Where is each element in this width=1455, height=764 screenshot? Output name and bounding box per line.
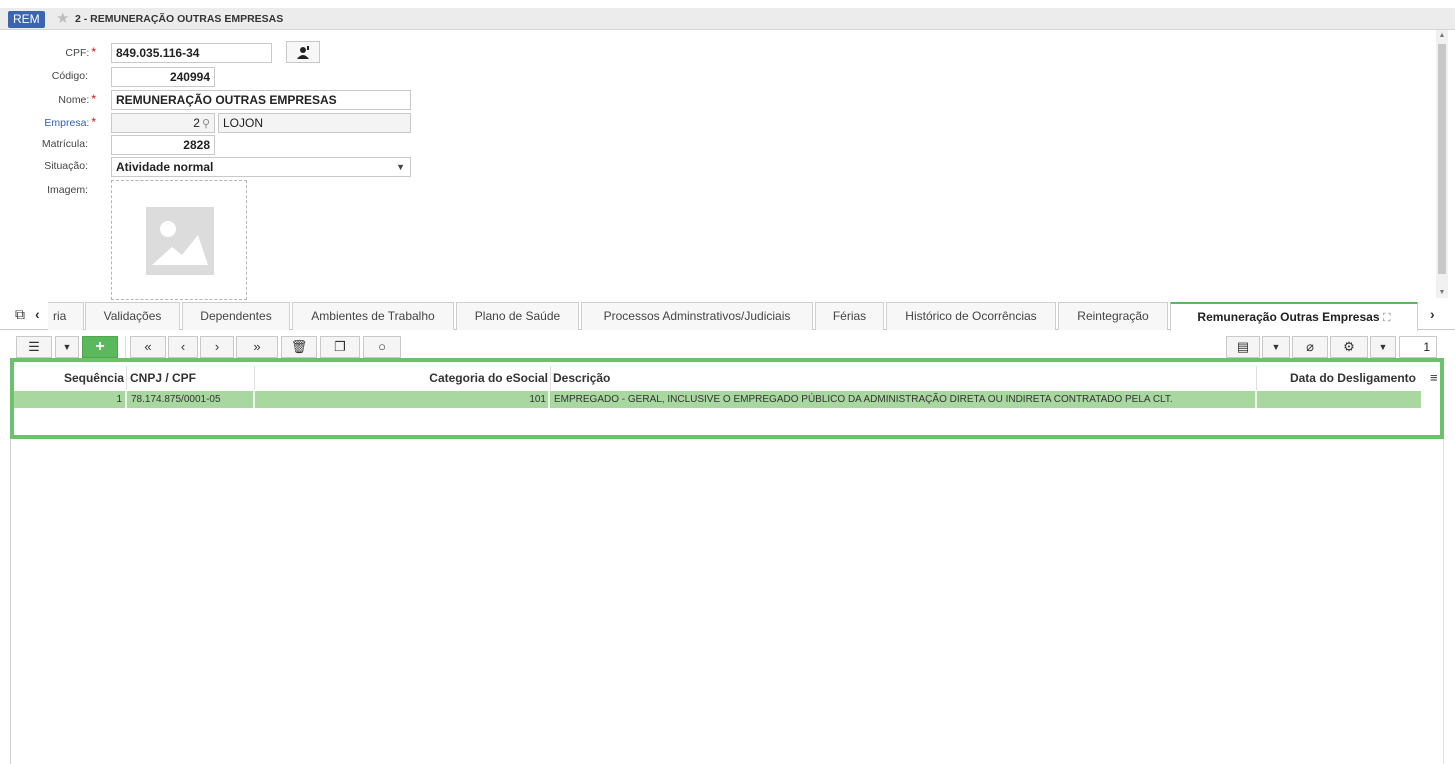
cell-divider — [253, 391, 255, 408]
duplicate-button[interactable]: ❐ — [320, 336, 360, 358]
imagem-label: Imagem: — [47, 184, 88, 196]
cell-cnpj: 78.174.875/0001-05 — [131, 394, 221, 405]
delete-button[interactable]: 🗑 — [281, 336, 317, 358]
codigo-field[interactable]: 240994 — [111, 67, 215, 87]
required-mark: * — [91, 115, 96, 129]
column-header-categoria[interactable]: Categoria do eSocial — [256, 366, 548, 390]
cell-data-desligamento — [1259, 391, 1417, 408]
nome-field[interactable]: REMUNERAÇÃO OUTRAS EMPRESAS — [111, 90, 411, 110]
toolbar-divider — [125, 336, 126, 358]
double-chevron-left-icon: « — [144, 339, 152, 354]
cpf-label: CPF: * — [65, 45, 96, 59]
hamburger-icon[interactable]: ≡ — [1430, 371, 1438, 384]
refresh-button[interactable]: ○ — [363, 336, 401, 358]
tabs-scroll-left-icon[interactable]: ‹ — [35, 306, 40, 322]
scrollbar-thumb[interactable] — [1438, 44, 1446, 274]
column-header-descricao[interactable]: Descrição — [553, 366, 1253, 390]
duplicate-icon: ❐ — [334, 339, 346, 354]
form-scrollbar[interactable]: ▲ ▼ — [1436, 30, 1448, 298]
matricula-field[interactable]: 2828 — [111, 135, 215, 155]
tab-plano-de-saude[interactable]: Plano de Saúde — [456, 302, 579, 330]
search-icon[interactable]: ⚲ — [202, 118, 210, 130]
scroll-up-icon[interactable]: ▲ — [1436, 32, 1448, 39]
settings-dropdown[interactable]: ▼ — [1370, 336, 1396, 358]
window-title: 2 - REMUNERAÇÃO OUTRAS EMPRESAS — [75, 13, 284, 25]
column-header-cnpj-cpf[interactable]: CNPJ / CPF — [130, 366, 252, 390]
tab-reintegracao[interactable]: Reintegração — [1058, 302, 1168, 330]
user-icon — [297, 46, 309, 59]
attach-button[interactable]: ⌀ — [1292, 336, 1328, 358]
grid-border-right — [1443, 439, 1444, 764]
nome-label: Nome: * — [58, 92, 96, 106]
double-chevron-right-icon: » — [253, 339, 261, 354]
matricula-label: Matrícula: — [41, 138, 88, 150]
previous-record-button[interactable]: ‹ — [168, 336, 198, 358]
image-upload-area[interactable] — [111, 180, 247, 300]
chevron-down-icon: ▼ — [1378, 342, 1388, 352]
settings-button[interactable]: ⚙ — [1330, 336, 1368, 358]
trash-icon: 🗑 — [290, 339, 308, 354]
tabs-scroll-right-icon[interactable]: › — [1430, 306, 1435, 322]
tab-ria[interactable]: ria — [48, 302, 84, 330]
tab-ferias[interactable]: Férias — [815, 302, 884, 330]
column-divider — [1256, 366, 1257, 390]
column-divider — [254, 366, 255, 390]
empresa-name-field: LOJON — [218, 113, 411, 133]
expand-icon[interactable]: ⛶ — [1383, 312, 1391, 324]
situacao-label: Situação: — [44, 160, 88, 172]
tab-historico-de-ocorrencias[interactable]: Histórico de Ocorrências — [886, 302, 1056, 330]
chevron-down-icon: ▼ — [396, 162, 405, 172]
refresh-icon: ○ — [378, 339, 386, 354]
tab-dependentes[interactable]: Dependentes — [182, 302, 290, 330]
codigo-label: Código: — [51, 70, 88, 82]
tab-remuneracao-outras-empresas[interactable]: Remuneração Outras Empresas ⛶ — [1170, 302, 1418, 331]
column-header-sequencia[interactable]: Sequência — [14, 366, 124, 390]
cell-divider — [1255, 391, 1257, 408]
list-view-dropdown[interactable]: ▼ — [55, 336, 79, 358]
lookup-person-button[interactable] — [286, 41, 320, 63]
cell-divider — [548, 391, 550, 408]
scroll-down-icon[interactable]: ▼ — [1436, 289, 1448, 296]
paperclip-icon: ⌀ — [1306, 339, 1314, 354]
cell-divider — [125, 391, 127, 408]
grid-border-left — [10, 439, 11, 764]
empresa-code-field[interactable]: 2 ⚲ — [111, 113, 215, 133]
add-record-button[interactable]: + — [82, 336, 118, 358]
list-view-button[interactable]: ☰ — [16, 336, 52, 358]
cell-categoria: 101 — [529, 394, 546, 405]
chevron-right-icon: › — [214, 339, 220, 354]
tab-ambientes-de-trabalho[interactable]: Ambientes de Trabalho — [292, 302, 454, 330]
next-record-button[interactable]: › — [200, 336, 234, 358]
module-badge: REM — [8, 11, 45, 28]
chevron-down-icon: ▼ — [62, 342, 72, 352]
required-mark: * — [91, 45, 96, 59]
window-title-bar: REM ★ 2 - REMUNERAÇÃO OUTRAS EMPRESAS — [0, 8, 1455, 30]
column-header-data-desligamento[interactable]: Data do Desligamento — [1258, 366, 1416, 390]
tab-validacoes[interactable]: Validações — [85, 302, 180, 330]
plus-icon: + — [95, 338, 105, 355]
chevron-down-icon: ▼ — [1271, 342, 1281, 352]
copy-icon[interactable]: ⧉ — [15, 306, 25, 322]
last-record-button[interactable]: » — [236, 336, 278, 358]
first-record-button[interactable]: « — [130, 336, 166, 358]
image-placeholder-icon — [146, 207, 214, 275]
gear-icon: ⚙ — [1343, 339, 1355, 354]
document-icon: ▤ — [1236, 339, 1250, 354]
chevron-left-icon: ‹ — [180, 339, 186, 354]
page-number-field[interactable]: 1 — [1399, 336, 1437, 358]
report-button[interactable]: ▤ — [1226, 336, 1260, 358]
star-icon[interactable]: ★ — [56, 10, 69, 27]
cpf-field[interactable]: 849.035.116-34 — [111, 43, 272, 63]
situacao-select[interactable]: Atividade normal ▼ — [111, 157, 411, 177]
tab-processos[interactable]: Processos Adminstrativos/Judiciais — [581, 302, 813, 330]
empresa-label[interactable]: Empresa: * — [6, 112, 96, 133]
list-icon: ☰ — [28, 339, 40, 354]
cell-sequencia: 1 — [116, 394, 122, 405]
column-divider — [126, 366, 127, 390]
cell-descricao: EMPREGADO - GERAL, INCLUSIVE O EMPREGADO… — [554, 394, 1173, 405]
column-divider — [550, 366, 551, 390]
required-mark: * — [91, 92, 96, 106]
report-dropdown[interactable]: ▼ — [1262, 336, 1290, 358]
